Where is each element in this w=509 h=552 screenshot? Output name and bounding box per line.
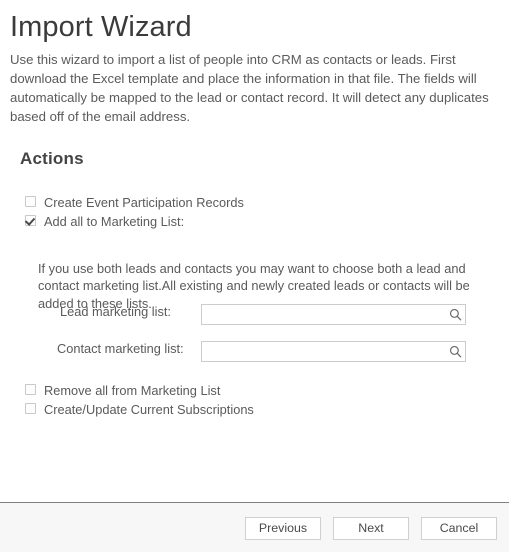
import-wizard-page: Import Wizard Use this wizard to import … <box>0 0 509 552</box>
checkbox-label-remove-all-from-marketing-list: Remove all from Marketing List <box>44 383 221 398</box>
checkbox-create-update-current-subscriptions[interactable] <box>25 403 36 414</box>
intro-paragraph: Use this wizard to import a list of peop… <box>10 52 489 124</box>
field-label-contact-marketing-list: Contact marketing list: <box>57 341 184 356</box>
search-icon[interactable] <box>445 342 465 361</box>
page-title: Import Wizard <box>10 11 192 43</box>
wizard-footer: Previous Next Cancel <box>0 503 509 552</box>
search-icon[interactable] <box>445 305 465 324</box>
field-label-lead-marketing-list: Lead marketing list: <box>60 304 171 319</box>
checkbox-create-event-participation-records[interactable] <box>25 196 36 207</box>
contact-marketing-list-input[interactable] <box>202 342 445 361</box>
checkbox-row-remove-all-from-marketing-list[interactable]: Remove all from Marketing List <box>25 383 220 398</box>
checkbox-remove-all-from-marketing-list[interactable] <box>25 384 36 395</box>
field-row-contact-marketing-list: Contact marketing list: <box>57 341 184 356</box>
footer-button-group: Previous Next Cancel <box>245 517 497 540</box>
next-button[interactable]: Next <box>333 517 409 540</box>
lead-marketing-list-input[interactable] <box>202 305 445 324</box>
checkbox-label-add-all-to-marketing-list: Add all to Marketing List: <box>44 214 185 229</box>
cancel-button[interactable]: Cancel <box>421 517 497 540</box>
section-heading-actions: Actions <box>20 149 84 168</box>
checkbox-row-add-all-to-marketing-list[interactable]: Add all to Marketing List: <box>25 214 184 229</box>
wizard-content: Import Wizard Use this wizard to import … <box>0 0 509 502</box>
field-row-lead-marketing-list: Lead marketing list: <box>60 304 171 319</box>
previous-button[interactable]: Previous <box>245 517 321 540</box>
checkbox-add-all-to-marketing-list[interactable] <box>25 215 36 226</box>
checkbox-row-create-event-participation-records[interactable]: Create Event Participation Records <box>25 195 244 210</box>
lookup-lead-marketing-list[interactable] <box>201 304 466 325</box>
checkbox-label-create-event-participation-records: Create Event Participation Records <box>44 195 244 210</box>
checkbox-label-create-update-current-subscriptions: Create/Update Current Subscriptions <box>44 402 254 417</box>
lookup-contact-marketing-list[interactable] <box>201 341 466 362</box>
checkbox-row-create-update-current-subscriptions[interactable]: Create/Update Current Subscriptions <box>25 402 254 417</box>
